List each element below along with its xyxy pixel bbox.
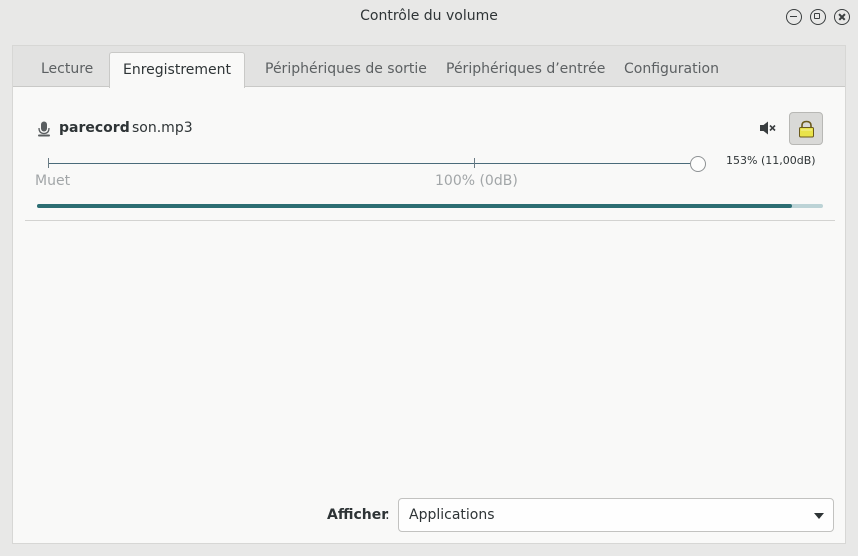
stream-separator: :	[122, 120, 127, 136]
show-label: Afficher	[327, 507, 389, 523]
slider-mark-100	[474, 158, 475, 168]
close-button[interactable]	[834, 9, 850, 25]
tab-input-devices[interactable]: Périphériques d’entrée	[433, 52, 618, 87]
maximize-button[interactable]	[810, 9, 826, 25]
stream-separator-line	[25, 220, 835, 221]
tab-configuration[interactable]: Configuration	[611, 52, 732, 87]
microphone-icon	[38, 121, 50, 137]
slider-mark-mute	[48, 158, 49, 168]
level-meter-fill	[37, 204, 792, 208]
volume-slider-knob[interactable]	[690, 156, 706, 172]
lock-channels-button[interactable]	[789, 112, 823, 145]
level-meter	[37, 204, 823, 208]
show-dropdown[interactable]: Applications	[398, 498, 834, 532]
tab-lecture[interactable]: Lecture	[28, 52, 106, 87]
tab-output-devices[interactable]: Périphériques de sortie	[252, 52, 440, 87]
volume-slider-track[interactable]	[48, 163, 698, 164]
volume-control-window: Contrôle du volume Lecture Enregistremen…	[0, 0, 858, 556]
show-colon: :	[385, 507, 390, 523]
stream-app-name: parecord	[59, 120, 130, 136]
tab-bar: Lecture Enregistrement Périphériques de …	[13, 46, 845, 88]
chevron-down-icon	[814, 513, 824, 519]
stream-description: son.mp3	[132, 120, 193, 136]
speaker-muted-icon[interactable]	[759, 120, 777, 136]
minimize-button[interactable]	[786, 9, 802, 25]
title-bar[interactable]: Contrôle du volume	[0, 0, 858, 34]
tab-enregistrement[interactable]: Enregistrement	[109, 52, 246, 88]
lock-icon	[799, 120, 814, 138]
volume-value: 153% (11,00dB)	[726, 154, 816, 167]
show-dropdown-value: Applications	[409, 507, 495, 523]
notebook-panel: Lecture Enregistrement Périphériques de …	[12, 45, 846, 544]
mark-mute-label: Muet	[35, 173, 71, 189]
mark-100-label: 100% (0dB)	[435, 173, 518, 189]
window-title: Contrôle du volume	[360, 8, 498, 24]
